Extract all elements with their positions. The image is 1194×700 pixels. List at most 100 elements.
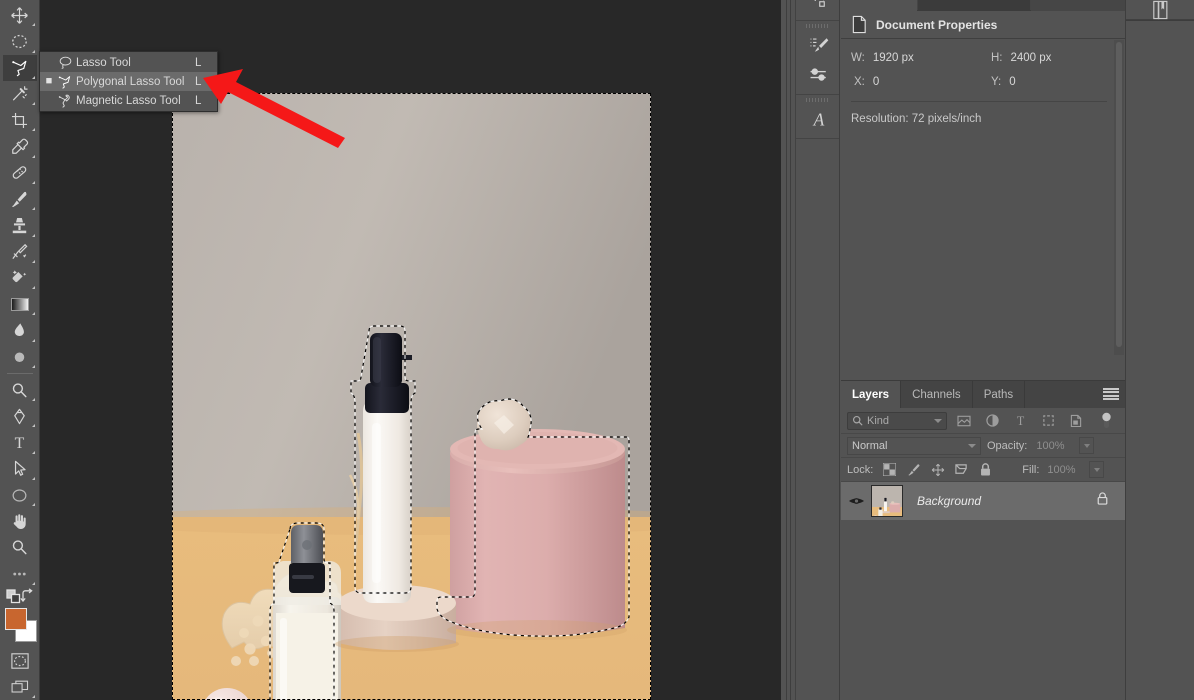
tool-blur-tool[interactable] [3, 317, 37, 343]
stone-sphere [477, 399, 532, 451]
tool-type-tool[interactable]: T [3, 429, 37, 455]
lock-all-button[interactable] [976, 460, 995, 479]
dodge-icon [14, 352, 25, 363]
tool-clone-stamp-tool[interactable] [3, 212, 37, 238]
menu-item-lasso-tool[interactable]: Lasso Tool L [40, 53, 217, 72]
rail-adjustments-button[interactable] [796, 60, 841, 90]
tool-gradient-tool[interactable] [3, 291, 37, 317]
properties-tab-3[interactable] [1031, 0, 1125, 11]
filter-smart-objects-button[interactable] [1065, 411, 1087, 431]
blend-mode-select[interactable]: Normal [847, 436, 981, 455]
svg-text:T: T [1016, 414, 1024, 427]
menu-item-polygonal-lasso-tool[interactable]: ■ Polygonal Lasso Tool L [40, 72, 217, 91]
tool-healing-brush-tool[interactable] [3, 160, 37, 186]
layers-tabbar: Layers Channels Paths [841, 381, 1125, 408]
rail-history-button[interactable] [796, 0, 841, 16]
filter-pixel-layers-button[interactable] [953, 411, 975, 431]
filter-kind-select[interactable]: Kind [847, 411, 947, 430]
tool-eraser-tool[interactable] [3, 265, 37, 291]
lock-icon [1097, 492, 1108, 505]
type-t-icon: T [15, 435, 25, 452]
rail-brush-settings-button[interactable] [796, 30, 841, 60]
tool-pen-tool[interactable] [3, 403, 37, 429]
lasso-tool-flyout-menu[interactable]: Lasso Tool L ■ Polygonal Lasso Tool L Ma… [39, 51, 218, 112]
product-photo [172, 93, 651, 700]
filter-shape-layers-button[interactable] [1037, 411, 1059, 431]
doc-y-value: 0 [1009, 76, 1016, 88]
move-icon [931, 463, 944, 476]
filter-enable-toggle[interactable] [1095, 411, 1117, 431]
properties-scrollbar[interactable] [1114, 40, 1124, 355]
ellipse-marquee-icon [12, 34, 27, 48]
rail-character-button[interactable]: A [796, 104, 841, 134]
character-a-icon: A [812, 109, 824, 129]
rail-grip[interactable] [796, 21, 839, 30]
lock-position-button[interactable] [928, 460, 947, 479]
tool-history-brush-tool[interactable] [3, 239, 37, 265]
type-t-icon: T [1016, 414, 1024, 427]
menu-item-magnetic-lasso-tool[interactable]: Magnetic Lasso Tool L [40, 91, 217, 110]
image-icon [957, 415, 971, 426]
filter-type-layers-button[interactable]: T [1009, 411, 1031, 431]
quick-mask-button[interactable] [3, 648, 37, 674]
layer-thumbnail[interactable] [871, 485, 903, 517]
tool-crop-tool[interactable] [3, 107, 37, 133]
libraries-button[interactable] [1126, 0, 1194, 20]
foreground-color-swatch[interactable] [4, 607, 27, 630]
layer-lock-badge[interactable] [1096, 491, 1109, 511]
tool-flyout-triangle [31, 582, 35, 586]
lock-transparent-pixels-button[interactable] [880, 460, 899, 479]
tool-flyout-triangle [31, 128, 35, 132]
properties-divider [851, 101, 1107, 102]
tool-flyout-triangle [31, 364, 35, 368]
tool-flyout-triangle [31, 154, 35, 158]
opacity-stepper[interactable] [1079, 437, 1095, 454]
tool-edit-toolbar-button[interactable] [3, 561, 37, 587]
chevron-down-icon [1083, 443, 1090, 448]
swap-colors-icon[interactable] [19, 588, 35, 604]
tool-zoom-tool[interactable] [3, 535, 37, 561]
doc-width-field[interactable]: W: 1920 px [851, 52, 991, 64]
fill-value[interactable]: 100% [1044, 461, 1084, 478]
tool-path-selection-tool[interactable] [3, 456, 37, 482]
document-canvas[interactable] [172, 93, 651, 700]
tool-flyout-triangle [31, 312, 35, 316]
properties-tab-2[interactable] [918, 0, 1030, 11]
tool-ellipse-shape-tool[interactable] [3, 482, 37, 508]
layer-name-label[interactable]: Background [917, 494, 981, 508]
doc-x-field[interactable]: X: 0 [851, 76, 991, 88]
tool-hand-tool[interactable] [3, 508, 37, 534]
tab-channels[interactable]: Channels [901, 381, 973, 408]
filter-adjustment-layers-button[interactable] [981, 411, 1003, 431]
properties-tab-1[interactable] [841, 0, 917, 11]
properties-scrollbar-thumb[interactable] [1116, 42, 1122, 347]
opacity-value[interactable]: 100% [1033, 437, 1073, 454]
tool-zoom-magnifier-upper[interactable] [3, 377, 37, 403]
tab-layers[interactable]: Layers [841, 381, 902, 408]
tool-move-tool[interactable] [3, 2, 37, 28]
properties-panel: Document Properties W: 1920 px H: 2400 p… [841, 0, 1125, 377]
lock-artboard-nesting-button[interactable] [952, 460, 971, 479]
lock-image-pixels-button[interactable] [904, 460, 923, 479]
fill-stepper[interactable] [1089, 461, 1105, 478]
rail-grip[interactable] [796, 95, 839, 104]
table-row[interactable]: Background [841, 482, 1125, 520]
tool-magic-wand-tool[interactable] [3, 81, 37, 107]
properties-tabbar[interactable] [841, 0, 1125, 11]
tool-eyedropper-tool[interactable] [3, 133, 37, 159]
tab-paths[interactable]: Paths [973, 381, 1026, 408]
layer-visibility-toggle[interactable] [841, 495, 871, 507]
rail-group-history [796, 0, 839, 21]
tool-dodge-tool[interactable] [3, 344, 37, 370]
screen-mode-button[interactable] [3, 674, 37, 700]
doc-height-label: H: [991, 52, 1003, 64]
tool-elliptical-marquee-tool[interactable] [3, 28, 37, 54]
doc-height-field[interactable]: H: 2400 px [991, 52, 1051, 64]
panel-menu-icon[interactable] [1103, 388, 1119, 400]
tool-polygonal-lasso-tool[interactable] [2, 54, 37, 81]
history-brush-icon [12, 244, 28, 259]
doc-position-row: X: 0 Y: 0 [851, 76, 1119, 88]
tool-brush-tool[interactable] [3, 186, 37, 212]
doc-y-field[interactable]: Y: 0 [991, 76, 1016, 88]
color-controls-row [3, 587, 37, 605]
